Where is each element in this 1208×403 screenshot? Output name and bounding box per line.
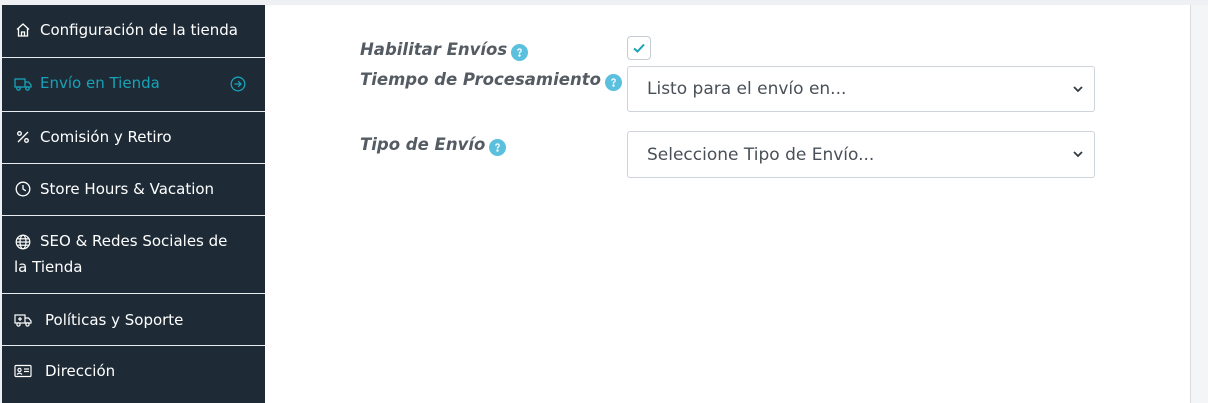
sidebar-item-label: Configuración de la tienda: [40, 21, 239, 39]
ambulance-icon: [14, 311, 32, 329]
sidebar-item-label: Store Hours & Vacation: [40, 180, 215, 198]
sidebar-item-label: Comisión y Retiro: [40, 128, 172, 146]
shipping-type-label: Tipo de Envío: [360, 135, 507, 156]
processing-time-select[interactable]: Listo para el envío en...: [627, 66, 1095, 112]
sidebar-item-store-shipping[interactable]: Envío en Tienda: [2, 58, 265, 112]
help-icon[interactable]: [511, 44, 529, 61]
chevron-down-icon: [1073, 86, 1083, 93]
settings-sidebar: Configuración de la tienda Envío en Tien…: [2, 5, 265, 403]
enable-shipping-checkbox[interactable]: [627, 36, 651, 60]
checkmark-icon: [633, 43, 645, 53]
sidebar-item-label: Políticas y Soporte: [45, 311, 184, 329]
sidebar-item-store-settings[interactable]: Configuración de la tienda: [2, 5, 265, 58]
id-card-icon: [14, 362, 32, 380]
shipping-settings-panel: [265, 5, 1190, 403]
scrollbar[interactable]: [1190, 5, 1208, 403]
sidebar-item-label: Envío en Tienda: [40, 74, 160, 92]
truck-icon: [14, 75, 32, 93]
shipping-type-select[interactable]: Seleccione Tipo de Envío...: [627, 131, 1095, 178]
sidebar-item-store-hours[interactable]: Store Hours & Vacation: [2, 164, 265, 216]
sidebar-item-seo-social[interactable]: SEO & Redes Sociales de la Tienda: [2, 216, 265, 294]
home-icon: [14, 21, 32, 39]
processing-time-label: Tiempo de Procesamiento: [360, 70, 622, 91]
clock-icon: [14, 180, 32, 198]
chevron-down-icon: [1073, 151, 1083, 158]
enable-shipping-label: Habilitar Envíos: [360, 40, 529, 61]
help-icon[interactable]: [604, 74, 622, 91]
percent-icon: [14, 128, 32, 146]
sidebar-item-label: Dirección: [45, 362, 116, 380]
sidebar-item-commission[interactable]: Comisión y Retiro: [2, 112, 265, 164]
sidebar-item-address[interactable]: Dirección: [2, 346, 265, 403]
help-icon[interactable]: [489, 139, 507, 156]
arrow-circle-right-icon: [229, 75, 247, 93]
sidebar-item-label: SEO & Redes Sociales de la Tienda: [14, 232, 228, 276]
sidebar-item-policies[interactable]: Políticas y Soporte: [2, 294, 265, 346]
